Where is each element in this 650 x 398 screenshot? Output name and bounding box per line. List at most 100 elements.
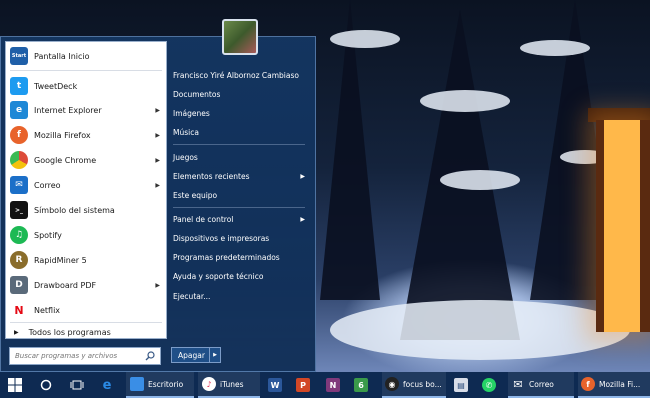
music-link[interactable]: Música: [173, 123, 307, 141]
program-item-simbolo-del-sistema[interactable]: >_ Símbolo del sistema: [6, 198, 166, 222]
recent-items-link[interactable]: Elementos recientes ▶: [173, 167, 307, 185]
windows-start-icon: [8, 378, 22, 392]
search-input[interactable]: [15, 352, 143, 360]
right-item-label: Ayuda y soporte técnico: [173, 271, 264, 281]
start-button[interactable]: [8, 372, 28, 398]
all-programs-item[interactable]: ▶ Todos los programas: [6, 323, 166, 341]
itunes-icon: ♪: [202, 377, 216, 391]
desktop-taskbar-button[interactable]: Escritorio: [126, 372, 194, 398]
documents-link[interactable]: Documentos: [173, 85, 307, 103]
right-item-label: Panel de control: [173, 214, 234, 224]
app-6-icon: 6: [354, 378, 368, 392]
divider: [173, 144, 305, 145]
games-link[interactable]: Juegos: [173, 148, 307, 166]
this-pc-link[interactable]: Este equipo: [173, 186, 307, 204]
internet-explorer-icon: e: [10, 101, 28, 119]
program-label: RapidMiner 5: [34, 255, 87, 265]
shutdown-options-arrow[interactable]: ▶: [209, 348, 220, 362]
control-panel-link[interactable]: Panel de control ▶: [173, 210, 307, 228]
firefox-icon: f: [581, 377, 595, 391]
program-item-mozilla-firefox[interactable]: f Mozilla Firefox ▶: [6, 123, 166, 147]
right-item-label: Documentos: [173, 89, 221, 99]
program-label: Correo: [34, 180, 61, 190]
program-label: Internet Explorer: [34, 105, 102, 115]
program-item-spotify[interactable]: ♫ Spotify: [6, 223, 166, 247]
right-item-label: Imágenes: [173, 108, 210, 118]
whatsapp-taskbar-button[interactable]: ✆: [482, 372, 504, 398]
right-item-label: Música: [173, 127, 199, 137]
task-view-button[interactable]: [70, 372, 86, 398]
program-item-google-chrome[interactable]: Google Chrome ▶: [6, 148, 166, 172]
document-viewer-icon: ▤: [454, 378, 468, 392]
mail-taskbar-button[interactable]: ✉ Correo: [508, 372, 574, 398]
user-avatar[interactable]: [222, 19, 258, 55]
right-item-label: Este equipo: [173, 190, 218, 200]
program-item-pantalla-inicio[interactable]: Start Pantalla Inicio: [6, 44, 166, 68]
desktop-icon: [130, 377, 144, 391]
divider: [10, 70, 162, 71]
program-item-rapidminer[interactable]: R RapidMiner 5: [6, 248, 166, 272]
right-item-label: Juegos: [173, 152, 198, 162]
submenu-arrow-icon: ▶: [300, 215, 305, 223]
program-label: Spotify: [34, 230, 62, 240]
program-item-drawboard-pdf[interactable]: D Drawboard PDF ▶: [6, 273, 166, 297]
submenu-arrow-icon: ▶: [300, 172, 305, 180]
run-link[interactable]: Ejecutar...: [173, 287, 307, 305]
right-item-label: Francisco Yiré Albornoz Cambiaso: [173, 70, 299, 80]
taskbar-label: iTunes: [220, 379, 244, 389]
submenu-arrow-icon: ▶: [155, 131, 160, 139]
submenu-arrow-icon: ▶: [155, 106, 160, 114]
chrome-icon: [10, 151, 28, 169]
edge-taskbar-button[interactable]: e: [100, 372, 120, 398]
program-item-tweetdeck[interactable]: t TweetDeck: [6, 74, 166, 98]
document-viewer-taskbar-button[interactable]: ▤: [454, 372, 476, 398]
right-item-label: Ejecutar...: [173, 291, 211, 301]
wallpaper-lantern: [596, 120, 650, 332]
user-name-link[interactable]: Francisco Yiré Albornoz Cambiaso: [173, 66, 307, 84]
default-programs-link[interactable]: Programas predeterminados: [173, 248, 307, 266]
program-label: Google Chrome: [34, 155, 97, 165]
onenote-icon: N: [326, 378, 340, 392]
whatsapp-icon: ✆: [482, 378, 496, 392]
mail-icon: ✉: [10, 176, 28, 194]
itunes-taskbar-button[interactable]: ♪ iTunes: [198, 372, 260, 398]
spotify-icon: ♫: [10, 226, 28, 244]
cortana-circle-icon: [40, 379, 52, 391]
right-item-label: Elementos recientes: [173, 171, 250, 181]
firefox-icon: f: [10, 126, 28, 144]
submenu-arrow-icon: ▶: [155, 156, 160, 164]
submenu-arrow-icon: ▶: [155, 281, 160, 289]
task-view-icon: [70, 380, 84, 390]
program-item-netflix[interactable]: N Netflix: [6, 298, 166, 322]
program-item-correo[interactable]: ✉ Correo ▶: [6, 173, 166, 197]
onenote-taskbar-button[interactable]: N: [326, 372, 348, 398]
program-label: Mozilla Firefox: [34, 130, 91, 140]
focus-taskbar-button[interactable]: ◉ focus bo...: [382, 372, 446, 398]
taskbar: e Escritorio ♪ iTunes W P N 6 ◉ focus bo…: [0, 372, 650, 398]
program-list: Start Pantalla Inicio t TweetDeck e Inte…: [5, 41, 167, 339]
program-label: Pantalla Inicio: [34, 51, 90, 61]
word-taskbar-button[interactable]: W: [268, 372, 290, 398]
app-6-taskbar-button[interactable]: 6: [354, 372, 376, 398]
powerpoint-taskbar-button[interactable]: P: [296, 372, 318, 398]
taskbar-label: Correo: [529, 379, 554, 389]
shutdown-button[interactable]: Apagar ▶: [171, 347, 221, 363]
program-label: Símbolo del sistema: [34, 205, 115, 215]
program-label: TweetDeck: [34, 81, 78, 91]
search-box[interactable]: [9, 347, 161, 365]
images-link[interactable]: Imágenes: [173, 104, 307, 122]
program-item-internet-explorer[interactable]: e Internet Explorer ▶: [6, 98, 166, 122]
program-label: Netflix: [34, 305, 61, 315]
firefox-taskbar-button[interactable]: f Mozilla Fi...: [578, 372, 650, 398]
search-icon[interactable]: [145, 351, 155, 361]
submenu-arrow-icon: ▶: [14, 328, 19, 336]
right-item-label: Dispositivos e impresoras: [173, 233, 270, 243]
focus-icon: ◉: [385, 377, 399, 391]
cortana-button[interactable]: [40, 372, 56, 398]
taskbar-label: Escritorio: [148, 379, 184, 389]
devices-printers-link[interactable]: Dispositivos e impresoras: [173, 229, 307, 247]
powerpoint-icon: P: [296, 378, 310, 392]
help-support-link[interactable]: Ayuda y soporte técnico: [173, 267, 307, 285]
netflix-icon: N: [10, 301, 28, 319]
wallpaper-snow: [520, 40, 590, 56]
